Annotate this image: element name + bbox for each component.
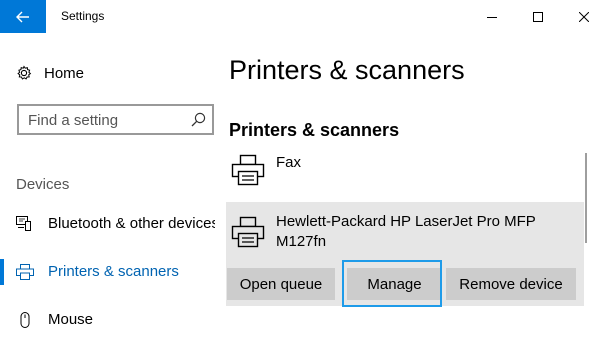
sidebar-item-label: Bluetooth & other devices (48, 215, 215, 232)
printer-icon (16, 264, 34, 280)
selection-indicator (0, 259, 4, 285)
printer-icon (231, 216, 265, 248)
scrollbar[interactable] (585, 153, 587, 243)
section-devices: Devices (16, 176, 70, 193)
printer-name: Fax (276, 154, 302, 171)
open-queue-button[interactable]: Open queue (227, 268, 335, 300)
remove-device-button[interactable]: Remove device (446, 268, 576, 300)
back-button[interactable] (0, 0, 46, 33)
printer-item-fax[interactable]: Fax (226, 148, 582, 198)
home-label: Home (44, 64, 85, 82)
manage-button[interactable]: Manage (347, 268, 442, 300)
sidebar-item-printers[interactable]: Printers & scanners (0, 257, 215, 287)
close-icon (579, 11, 589, 22)
minimize-icon (487, 16, 497, 18)
maximize-button[interactable] (515, 0, 561, 33)
printer-name: Hewlett-Packard HP LaserJet Pro MFP M127… (276, 213, 536, 250)
mouse-icon (20, 312, 30, 328)
minimize-button[interactable] (469, 0, 515, 33)
sidebar-item-label: Printers & scanners (48, 263, 179, 280)
maximize-icon (533, 11, 543, 22)
sidebar-home[interactable]: Home (16, 62, 84, 84)
search-icon[interactable] (191, 112, 206, 127)
gear-icon (17, 65, 32, 80)
sidebar-item-mouse[interactable]: Mouse (0, 305, 215, 335)
sidebar-item-bluetooth[interactable]: Bluetooth & other devices (0, 209, 215, 239)
section-title: Printers & scanners (229, 120, 400, 140)
search-input[interactable] (28, 111, 188, 129)
sidebar-item-label: Mouse (48, 311, 94, 328)
bluetooth-devices-icon (16, 216, 31, 231)
window-title: Settings (61, 9, 105, 23)
close-button[interactable] (561, 0, 592, 33)
printer-icon (231, 154, 265, 186)
back-arrow-icon (16, 11, 29, 22)
page-title: Printers & scanners (229, 55, 465, 85)
title-bar: Settings (0, 0, 592, 33)
printer-item-hp[interactable]: Hewlett-Packard HP LaserJet Pro MFP M127… (226, 202, 584, 307)
search-box[interactable] (17, 104, 214, 135)
